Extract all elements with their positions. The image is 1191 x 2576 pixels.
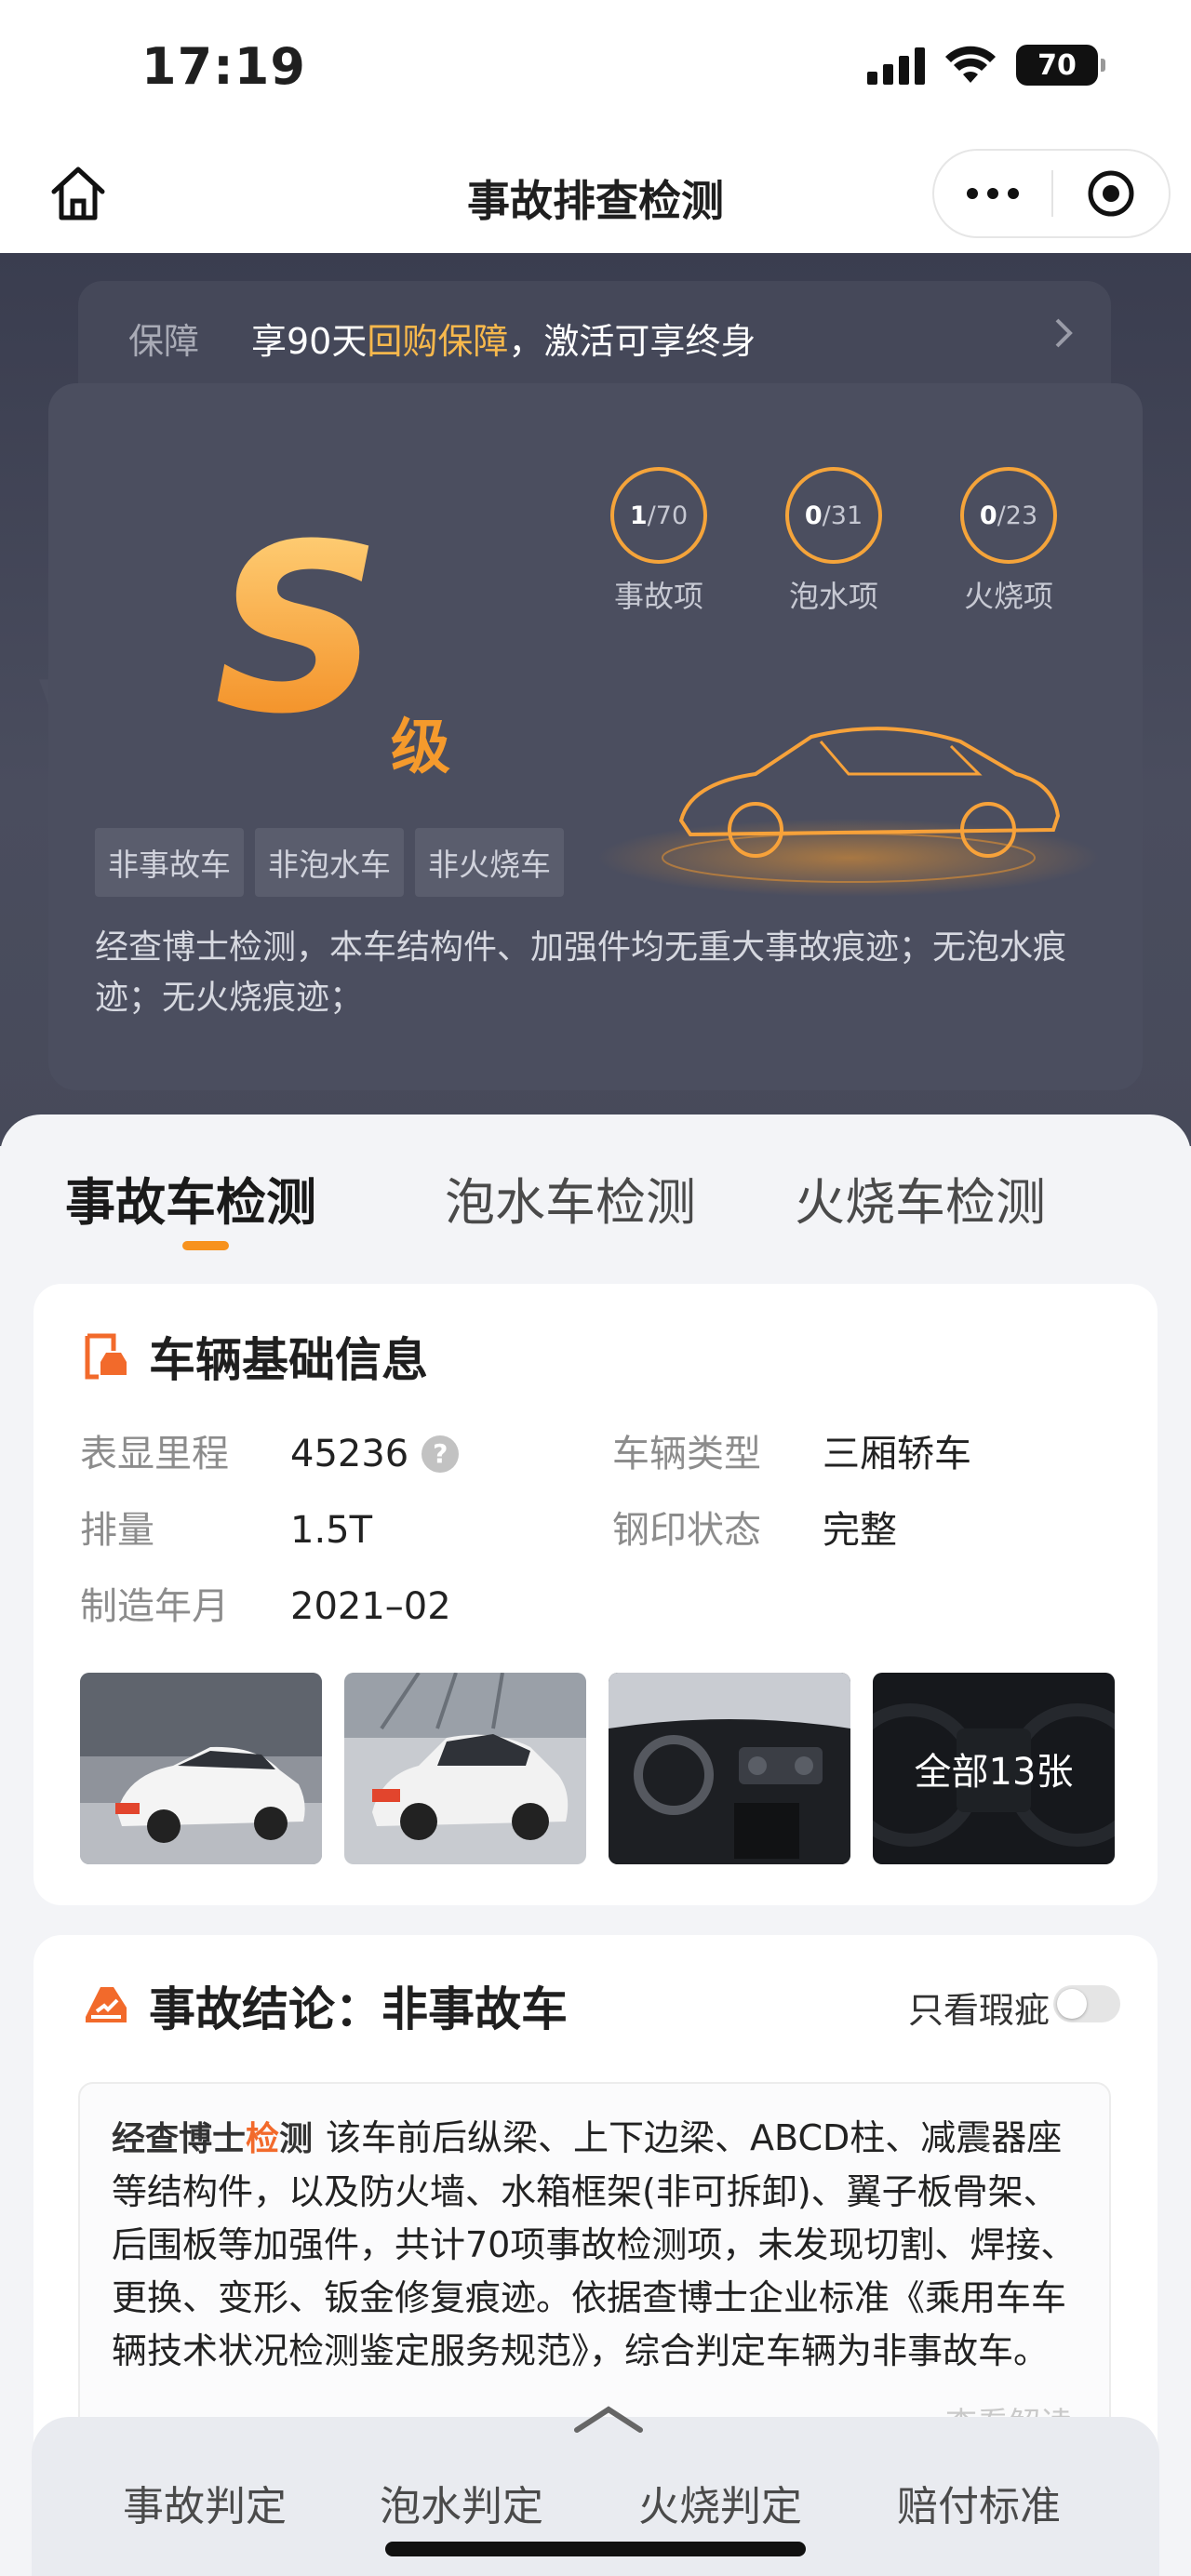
stamp-label: 钢印状态 (612, 1509, 761, 1552)
guarantee-text-before: 享90天 (251, 321, 368, 362)
ring-flood: 0/31 泡水项 (759, 467, 908, 616)
help-icon[interactable]: ? (422, 1435, 460, 1473)
result-tags: 非事故车 非泡水车 非火烧车 (95, 828, 564, 897)
vehicle-photo-all[interactable]: 全部13张 (873, 1673, 1115, 1864)
ring-flood-label: 泡水项 (788, 579, 878, 614)
displacement-label: 排量 (80, 1509, 154, 1552)
bottom-tab-flood[interactable]: 泡水判定 (380, 2473, 543, 2532)
wifi-icon (945, 46, 996, 83)
stamp-row: 钢印状态 完整 (612, 1500, 897, 1554)
vehicle-info-title: 车辆基础信息 (149, 1333, 428, 1387)
guarantee-highlight: 回购保障 (367, 321, 509, 362)
ring-accident-label: 事故项 (613, 579, 703, 614)
ring-fire-checked: 0 (979, 501, 997, 530)
conclusion-title: 事故结论：非事故车 (149, 1982, 568, 2036)
chevron-right-icon (1055, 318, 1073, 348)
manufacture-date-row: 制造年月 2021–02 (80, 1576, 451, 1630)
mileage-row: 表显里程 45236? (80, 1423, 460, 1477)
manufacture-date-value: 2021–02 (290, 1585, 451, 1628)
vehicle-info-card: 车辆基础信息 表显里程 45236? 车辆类型 三厢轿车 排量 1.5T 钢印状态 完整… (33, 1284, 1158, 1905)
ring-flood-circle: 0/31 (785, 467, 882, 564)
tab-indicator (182, 1241, 229, 1250)
vehicle-photo-interior[interactable] (609, 1673, 850, 1864)
tag-non-fire: 非火烧车 (415, 828, 564, 897)
status-bar: 17:19 70 (0, 0, 1191, 140)
brand-mark: 检 (246, 2120, 280, 2158)
mileage-label: 表显里程 (80, 1433, 229, 1475)
bottom-tab-fire[interactable]: 火烧判定 (638, 2473, 802, 2532)
detection-tabs: 事故车检测 泡水车检测 火烧车检测 (0, 1114, 1191, 1282)
displacement-value: 1.5T (290, 1509, 373, 1552)
bottom-tab-compensation[interactable]: 赔付标准 (897, 2473, 1061, 2532)
miniapp-capsule (932, 149, 1171, 238)
brand-logo: 经查博士检测 (112, 2120, 313, 2158)
vehicle-type-value: 三厢轿车 (823, 1433, 971, 1475)
guarantee-banner[interactable]: 保障 享90天回购保障，激活可享终身 (78, 281, 1111, 383)
ring-fire-total: /23 (997, 501, 1038, 530)
manufacture-date-label: 制造年月 (80, 1585, 229, 1628)
ring-flood-checked: 0 (804, 501, 823, 530)
vehicle-photo-front[interactable] (80, 1673, 322, 1864)
grade-letter: S (214, 494, 382, 765)
ring-fire-circle: 0/23 (960, 467, 1057, 564)
chevron-up-icon[interactable] (569, 2402, 648, 2436)
only-flaw-toggle[interactable] (1053, 1985, 1120, 2022)
more-icon[interactable] (934, 188, 1051, 199)
vehicle-type-row: 车辆类型 三厢轿车 (612, 1423, 971, 1477)
brand-prefix: 经查博士 (112, 2120, 247, 2158)
report-badge-icon (86, 1987, 127, 2022)
home-indicator (385, 2542, 806, 2556)
all-photos-label: 全部13张 (873, 1673, 1115, 1864)
car-hologram-icon (597, 727, 1100, 897)
vehicle-photo-rear[interactable] (344, 1673, 586, 1864)
bottom-tab-accident[interactable]: 事故判定 (123, 2473, 287, 2532)
ring-flood-total: /31 (822, 501, 863, 530)
only-flaw-label: 只看瑕疵 (907, 1990, 1050, 2031)
brand-suffix: 测 (279, 2120, 314, 2158)
guarantee-label: 保障 (128, 321, 200, 362)
tab-flood[interactable]: 泡水车检测 (445, 1161, 696, 1235)
ring-accident-checked: 1 (629, 501, 648, 530)
car-document-icon (85, 1333, 127, 1380)
grade-suffix: 级 (391, 714, 450, 782)
battery-icon: 70 (1016, 45, 1105, 86)
close-miniapp-icon[interactable] (1053, 168, 1169, 219)
mileage-value: 45236 (290, 1433, 409, 1475)
vehicle-info-header: 车辆基础信息 (80, 1323, 428, 1390)
ring-fire: 0/23 火烧项 (934, 467, 1083, 616)
displacement-row: 排量 1.5T (80, 1500, 372, 1554)
conclusion-text: 经查博士检测 该车前后纵梁、上下边梁、ABCD柱、减震器座等结构件，以及防火墙、水… (112, 2112, 1089, 2378)
ring-accident: 1/70 事故项 (584, 467, 733, 616)
stamp-value: 完整 (823, 1509, 897, 1552)
tab-fire[interactable]: 火烧车检测 (795, 1161, 1046, 1235)
ring-accident-circle: 1/70 (610, 467, 707, 564)
guarantee-text: 享90天回购保障，激活可享终身 (251, 313, 756, 364)
grade-card: S 级 1/70 事故项 0/31 泡水项 0/23 火烧项 非事故车 非泡水车… (48, 383, 1143, 1090)
status-time: 17:19 (141, 37, 306, 96)
status-icons: 70 (867, 45, 1105, 86)
guarantee-text-after: ，激活可享终身 (508, 321, 756, 362)
ring-fire-label: 火烧项 (963, 579, 1053, 614)
tag-non-accident: 非事故车 (95, 828, 244, 897)
signal-icon (867, 46, 925, 85)
grade-hero: V 保障 享90天回购保障，激活可享终身 S 级 1/70 事故项 0/31 泡… (0, 253, 1191, 1146)
ring-accident-total: /70 (647, 501, 689, 530)
report-sheet: 事故车检测 泡水车检测 火烧车检测 车辆基础信息 表显里程 45236? 车辆类型… (0, 1114, 1191, 2576)
vehicle-type-label: 车辆类型 (612, 1433, 761, 1475)
grade-summary: 经查博士检测，本车结构件、加强件均无重大事故痕迹；无泡水痕迹；无火烧痕迹； (95, 928, 1067, 1017)
conclusion-header: 事故结论：非事故车 (80, 1972, 568, 2039)
nav-bar: 事故排查检测 (0, 140, 1191, 253)
tab-accident[interactable]: 事故车检测 (65, 1161, 316, 1235)
tag-non-flood: 非泡水车 (255, 828, 404, 897)
